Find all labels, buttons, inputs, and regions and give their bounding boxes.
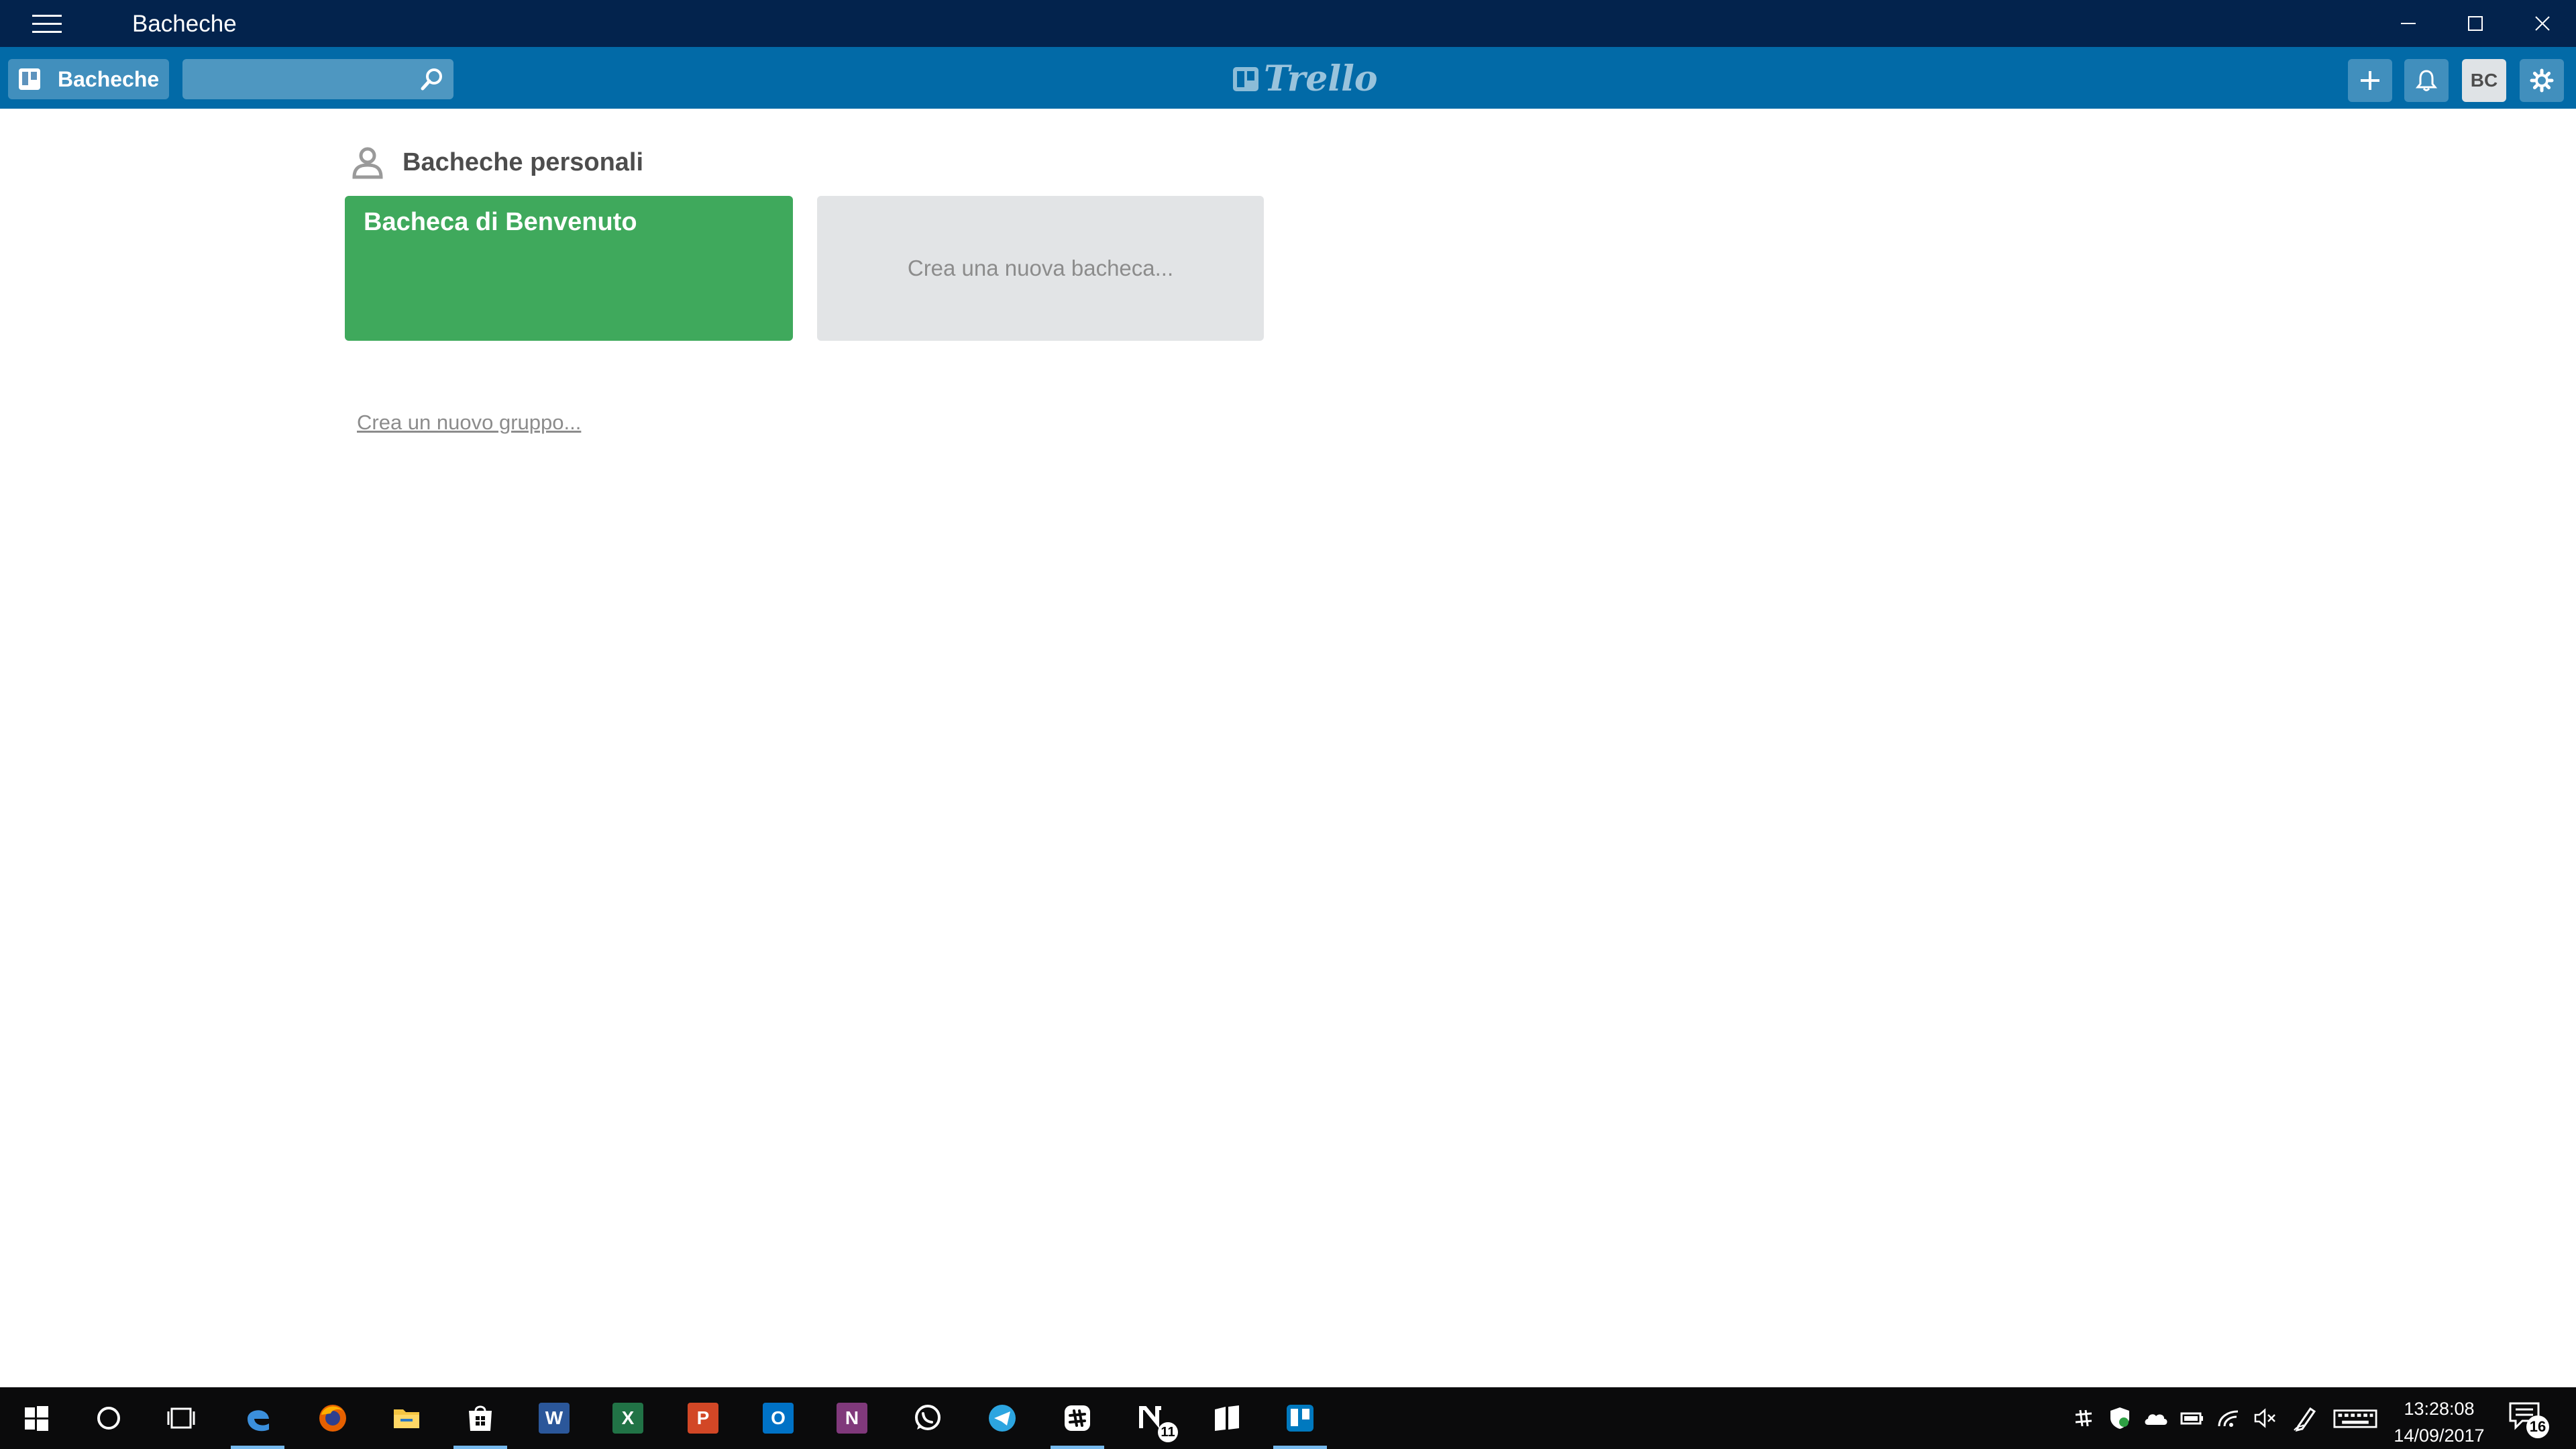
wifi-icon[interactable]	[2214, 1403, 2243, 1433]
taskbar-app-powerpoint[interactable]: P	[669, 1387, 737, 1449]
action-center-button[interactable]: 16	[2508, 1401, 2551, 1438]
minimize-icon[interactable]	[2375, 0, 2442, 47]
plus-icon	[2361, 71, 2379, 90]
gear-icon	[2530, 68, 2554, 93]
window-title-bar: Bacheche	[0, 0, 2576, 47]
taskbar: W X P O N 11 13:28:08 14/09/2017 16	[0, 1387, 2576, 1449]
taskbar-app-word[interactable]: W	[521, 1387, 588, 1449]
board-tile[interactable]: Bacheca di Benvenuto	[345, 196, 793, 341]
taskbar-app-whatsapp[interactable]	[894, 1387, 961, 1449]
powerpoint-icon: P	[688, 1403, 718, 1434]
start-button[interactable]	[3, 1387, 70, 1449]
avatar[interactable]: BC	[2462, 59, 2506, 102]
create-board-button[interactable]: Crea una nuova bacheca...	[817, 196, 1264, 341]
slack-tray-icon[interactable]	[2069, 1403, 2098, 1433]
pen-icon[interactable]	[2290, 1403, 2320, 1433]
clock[interactable]: 13:28:08 14/09/2017	[2379, 1395, 2500, 1449]
search-input[interactable]	[182, 59, 411, 99]
board-icon	[19, 68, 40, 90]
taskbar-app-excel[interactable]: X	[594, 1387, 661, 1449]
trello-logo-text: Trello	[1264, 58, 1378, 99]
shield-icon[interactable]	[2105, 1403, 2135, 1433]
onedrive-icon[interactable]	[2141, 1403, 2171, 1433]
trello-icon	[1287, 1405, 1313, 1432]
notification-count: 16	[2526, 1415, 2549, 1438]
task-view-button[interactable]	[148, 1387, 215, 1449]
maximize-icon[interactable]	[2442, 0, 2509, 47]
battery-icon[interactable]	[2178, 1403, 2207, 1433]
task-view-icon	[167, 1407, 195, 1429]
app-badge: 11	[1158, 1422, 1178, 1442]
keyboard-icon[interactable]	[2332, 1403, 2379, 1433]
bell-icon	[2415, 70, 2438, 91]
personal-boards-header: Bacheche personali	[349, 144, 643, 181]
notifications-button[interactable]	[2404, 59, 2449, 102]
telegram-icon	[989, 1405, 1016, 1432]
outlook-icon: O	[763, 1403, 794, 1434]
search-box	[182, 59, 453, 99]
clock-date: 14/09/2017	[2394, 1426, 2485, 1446]
app-header: Bacheche Trello BC	[0, 47, 2576, 109]
taskbar-app-onenote[interactable]: N	[818, 1387, 885, 1449]
folder-icon	[394, 1409, 419, 1428]
trello-logo: Trello	[1232, 58, 1378, 99]
board-name: Bacheca di Benvenuto	[364, 208, 637, 236]
excel-icon: X	[612, 1403, 643, 1434]
settings-button[interactable]	[2520, 59, 2564, 102]
whatsapp-icon	[915, 1405, 941, 1430]
edge-icon	[248, 1410, 269, 1432]
search-icon[interactable]	[420, 67, 444, 91]
taskbar-app-n[interactable]: 11	[1119, 1387, 1186, 1449]
hamburger-menu-icon[interactable]	[32, 15, 62, 34]
cortana-button[interactable]	[75, 1387, 142, 1449]
word-icon: W	[539, 1403, 570, 1434]
taskbar-app-firefox[interactable]	[299, 1387, 366, 1449]
taskbar-app-outlook[interactable]: O	[745, 1387, 812, 1449]
boards-button-label: Bacheche	[58, 66, 160, 91]
onenote-icon: N	[837, 1403, 867, 1434]
add-button[interactable]	[2348, 59, 2392, 102]
close-icon[interactable]	[2509, 0, 2576, 47]
taskbar-app-slack[interactable]	[1044, 1387, 1111, 1449]
create-group-link[interactable]: Crea un nuovo gruppo...	[357, 411, 581, 435]
taskbar-app-store[interactable]	[447, 1387, 514, 1449]
windows-icon	[25, 1406, 48, 1431]
trello-logo-icon	[1233, 67, 1258, 91]
taskbar-app-telegram[interactable]	[969, 1387, 1036, 1449]
taskbar-app-edge[interactable]	[224, 1387, 291, 1449]
section-title: Bacheche personali	[402, 148, 644, 176]
store-icon	[469, 1405, 492, 1431]
clock-time: 13:28:08	[2404, 1399, 2475, 1419]
taskbar-app-flag[interactable]	[1193, 1387, 1260, 1449]
firefox-icon	[319, 1405, 346, 1432]
taskbar-app-trello[interactable]	[1267, 1387, 1334, 1449]
person-icon	[352, 147, 383, 179]
cortana-icon	[97, 1407, 120, 1430]
window-title: Bacheche	[132, 11, 237, 37]
flag-app-icon	[1215, 1405, 1239, 1431]
boards-button[interactable]: Bacheche	[8, 59, 169, 99]
slack-icon	[1065, 1405, 1090, 1431]
volume-muted-icon[interactable]	[2250, 1403, 2279, 1433]
taskbar-app-file-explorer[interactable]	[373, 1387, 440, 1449]
